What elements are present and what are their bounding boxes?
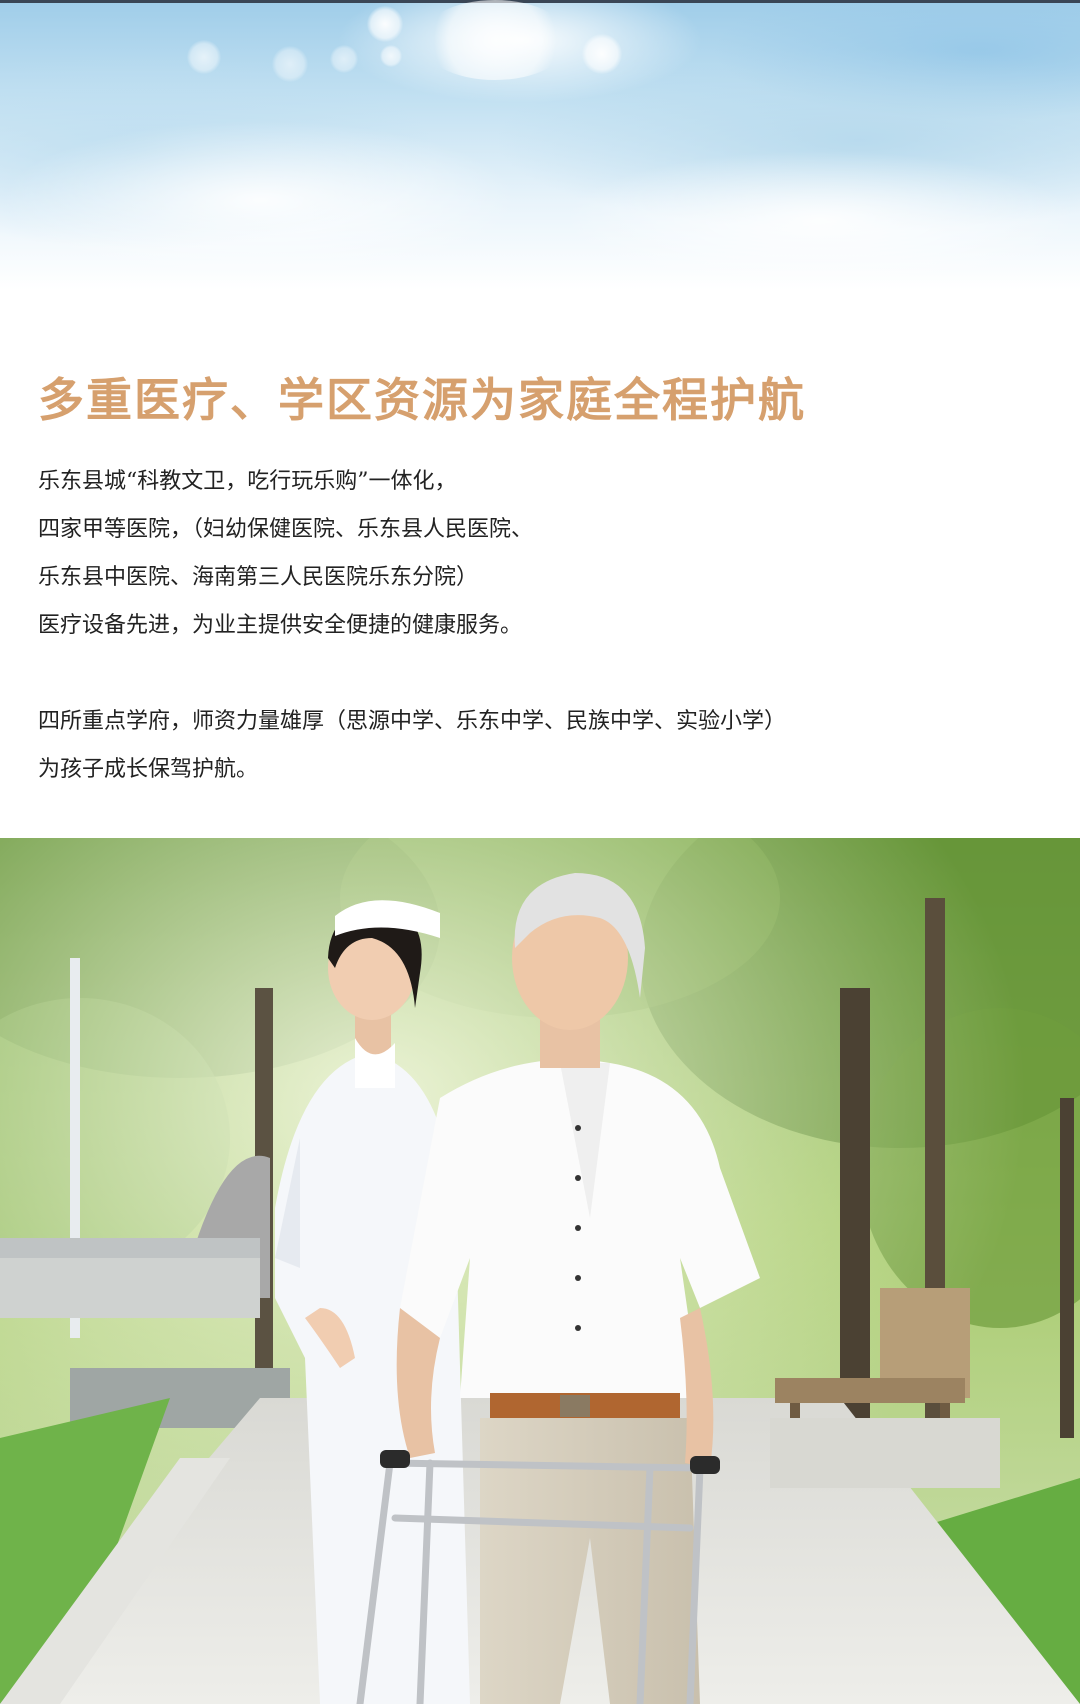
paragraph-2-line: 四所重点学府，师资力量雄厚（思源中学、乐东中学、民族中学、实验小学） <box>38 709 787 734</box>
sky-banner-image <box>0 0 1080 290</box>
headline: 多重医疗、学区资源为家庭全程护航 <box>38 373 806 427</box>
nurse-elderly-man-photo <box>0 838 1080 1704</box>
light-bokeh <box>330 45 358 73</box>
paragraph-2-line: 为孩子成长保驾护航。 <box>38 757 259 782</box>
sun-glow <box>420 0 570 80</box>
paragraph-1-line: 乐东县中医院、海南第三人民医院乐东分院） <box>38 565 479 590</box>
paragraph-spacer <box>38 650 1038 698</box>
light-bokeh <box>380 45 402 67</box>
body-text: 乐东县城“科教文卫，吃行玩乐购”一体化， 四家甲等医院，（妇幼保健医院、乐东县人… <box>38 458 1038 794</box>
light-bokeh <box>582 34 622 74</box>
top-border <box>0 0 1080 3</box>
paragraph-1-line: 乐东县城“科教文卫，吃行玩乐购”一体化， <box>38 469 457 494</box>
light-bokeh <box>272 46 308 82</box>
paragraph-1-line: 四家甲等医院，（妇幼保健医院、乐东县人民医院、 <box>38 517 534 542</box>
light-bokeh <box>367 6 403 42</box>
paragraph-1-line: 医疗设备先进，为业主提供安全便捷的健康服务。 <box>38 613 523 638</box>
light-bokeh <box>187 40 221 74</box>
